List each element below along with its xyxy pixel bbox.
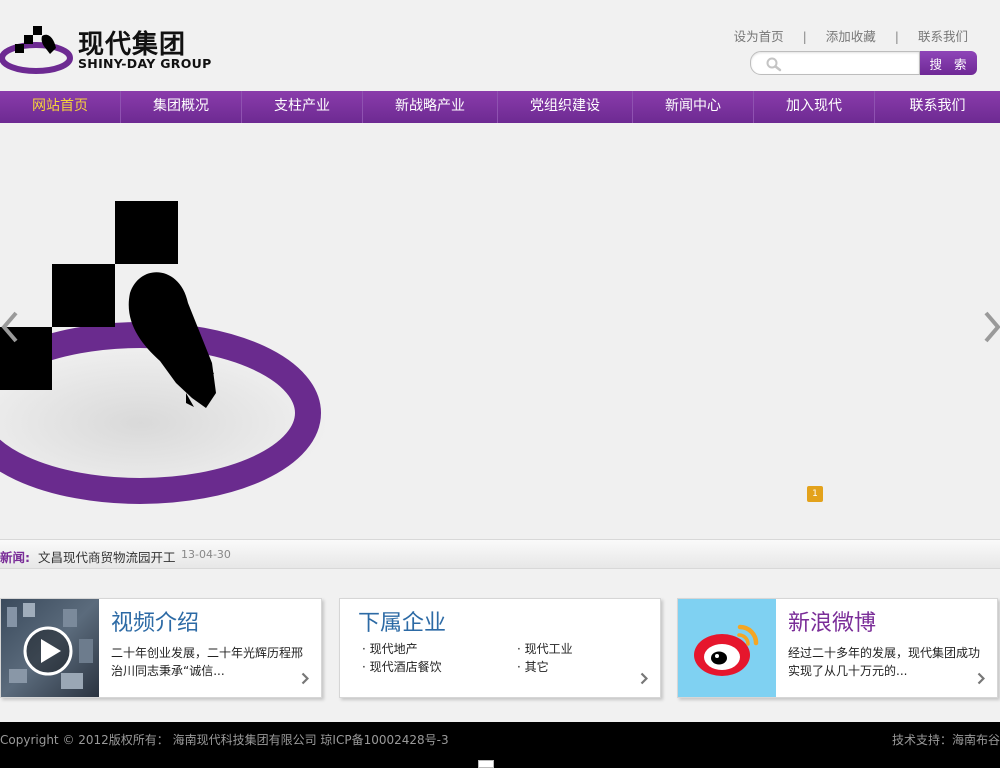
header: 现代集团 SHINY-DAY GROUP 设为首页 | 添加收藏 | 联系我们 … (0, 0, 1000, 91)
news-link[interactable]: 文昌现代商贸物流园开工 (38, 547, 176, 566)
chevron-right-icon[interactable] (640, 672, 648, 685)
chevron-right-icon[interactable] (301, 672, 309, 685)
banner-logo-image (0, 201, 330, 504)
video-intro-title[interactable]: 视频介绍 (111, 605, 199, 637)
nav-item-industry[interactable]: 支柱产业 (242, 91, 363, 123)
nav-item-strategy[interactable]: 新战略产业 (363, 91, 498, 123)
copyright-text: Copyright © 2012版权所有： 海南现代科技集团有限公司 琼ICP备… (0, 733, 449, 747)
search-bar: 搜 索 (750, 51, 978, 75)
news-label: 新闻: (0, 550, 30, 565)
search-box (750, 51, 920, 75)
logo[interactable]: 现代集团 SHINY-DAY GROUP (0, 18, 230, 78)
nav-item-about[interactable]: 集团概况 (121, 91, 242, 123)
list-item[interactable]: · 现代工业 (517, 640, 657, 657)
chevron-right-icon[interactable] (977, 672, 985, 685)
subsidiaries-title[interactable]: 下属企业 (358, 605, 446, 637)
play-icon[interactable] (23, 626, 73, 676)
nav-item-contact[interactable]: 联系我们 (875, 91, 1000, 123)
news-date: 13-04-30 (181, 548, 231, 561)
nav-item-news[interactable]: 新闻中心 (633, 91, 754, 123)
tech-support-text[interactable]: 技术支持：海南布谷 (892, 731, 1000, 748)
weibo-icon[interactable] (678, 599, 776, 697)
banner-slider[interactable]: 1 (0, 123, 1000, 539)
broken-image-icon (478, 760, 494, 768)
subsidiaries-box: 下属企业 · 现代地产 · 现代工业 · 现代酒店餐饮 · 其它 (339, 598, 661, 698)
ink-brush-logo-icon (0, 26, 73, 74)
search-input[interactable] (787, 54, 915, 72)
add-favorite-link[interactable]: 添加收藏 (826, 29, 876, 44)
separator: | (894, 29, 899, 44)
main-nav: 网站首页 集团概况 支柱产业 新战略产业 党组织建设 新闻中心 加入现代 联系我… (0, 91, 1000, 123)
search-icon (766, 57, 782, 72)
video-intro-box: 视频介绍 二十年创业发展，二十年光辉历程邢治川同志秉承“诚信... (0, 598, 322, 698)
list-item[interactable]: · 现代酒店餐饮 (362, 658, 502, 675)
video-thumbnail[interactable] (1, 599, 99, 697)
search-button[interactable]: 搜 索 (920, 51, 977, 75)
next-slide-icon[interactable] (982, 309, 1000, 345)
video-intro-text: 二十年创业发展，二十年光辉历程邢治川同志秉承“诚信... (111, 646, 304, 678)
weibo-title[interactable]: 新浪微博 (788, 605, 876, 637)
set-homepage-link[interactable]: 设为首页 (734, 29, 784, 44)
nav-item-party[interactable]: 党组织建设 (498, 91, 633, 123)
contact-us-link[interactable]: 联系我们 (918, 29, 968, 44)
nav-item-join[interactable]: 加入现代 (754, 91, 875, 123)
prev-slide-icon[interactable] (0, 309, 20, 345)
news-ticker: 新闻: 文昌现代商贸物流园开工 13-04-30 (0, 539, 1000, 569)
slide-indicator[interactable]: 1 (807, 486, 823, 502)
list-item[interactable]: · 其它 (517, 658, 657, 675)
top-links: 设为首页 | 添加收藏 | 联系我们 (734, 26, 968, 45)
footer: Copyright © 2012版权所有： 海南现代科技集团有限公司 琼ICP备… (0, 722, 1000, 768)
separator: | (802, 29, 807, 44)
logo-title-en: SHINY-DAY GROUP (78, 56, 212, 71)
weibo-box: 新浪微博 经过二十多年的发展，现代集团成功实现了从几十万元的... (677, 598, 998, 698)
nav-item-home[interactable]: 网站首页 (0, 91, 121, 123)
list-item[interactable]: · 现代地产 (362, 640, 502, 657)
weibo-text: 经过二十多年的发展，现代集团成功实现了从几十万元的... (788, 646, 981, 678)
